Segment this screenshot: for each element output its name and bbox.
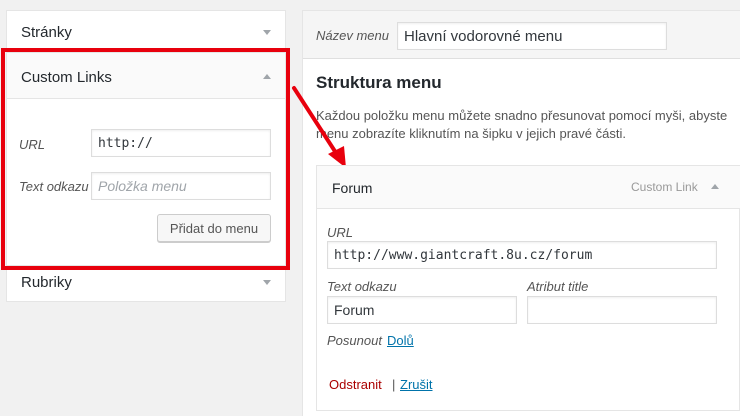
pointer-arrow-icon [292,86,346,168]
delete-link[interactable]: Odstranit [329,377,382,392]
help-text-line2: menu zobrazíte kliknutím na šipku v jeji… [316,126,626,141]
menu-item-text-value: Forum [334,302,375,318]
menu-item-handle[interactable]: Forum Custom Link [317,166,740,209]
menu-name-input[interactable]: Hlavní vodorovné menu [397,22,667,50]
cancel-link[interactable]: Zrušit [400,377,433,392]
menu-item-type: Custom Link [631,180,698,194]
menu-item-url-value: http://www.giantcraft.8u.cz/forum [334,247,593,263]
menu-name-bar: Název menu Hlavní vodorovné menu [303,11,740,59]
menu-item-url-input[interactable]: http://www.giantcraft.8u.cz/forum [327,241,717,269]
expand-arrow-icon[interactable] [263,280,271,285]
menu-item-title-attr-label: Atribut title [527,279,589,294]
collapse-arrow-icon[interactable] [711,184,719,189]
menu-item-title-attr-input[interactable] [527,296,717,324]
menu-item-text-input[interactable]: Forum [327,296,517,324]
menu-item-text-label: Text odkazu [327,279,397,294]
highlight-frame [1,48,290,270]
menu-name-label: Název menu [316,28,389,43]
pages-metabox-title[interactable]: Stránky [21,24,72,41]
categories-metabox-title[interactable]: Rubriky [21,274,72,291]
pages-metabox[interactable]: Stránky [6,10,286,52]
help-text-line1: Každou položku menu můžete snadno přesun… [316,108,728,123]
categories-metabox[interactable]: Rubriky [6,266,286,302]
menu-item-url-label: URL [327,225,354,240]
action-separator: | [392,377,396,392]
menu-name-value: Hlavní vodorovné menu [404,27,563,45]
menu-item-title: Forum [332,180,373,196]
expand-arrow-icon[interactable] [263,30,271,35]
menu-item-forum: Forum Custom Link URL http://www.giantcr… [316,165,740,411]
move-label: Posunout [327,333,382,348]
move-down-link[interactable]: Dolů [387,333,414,348]
